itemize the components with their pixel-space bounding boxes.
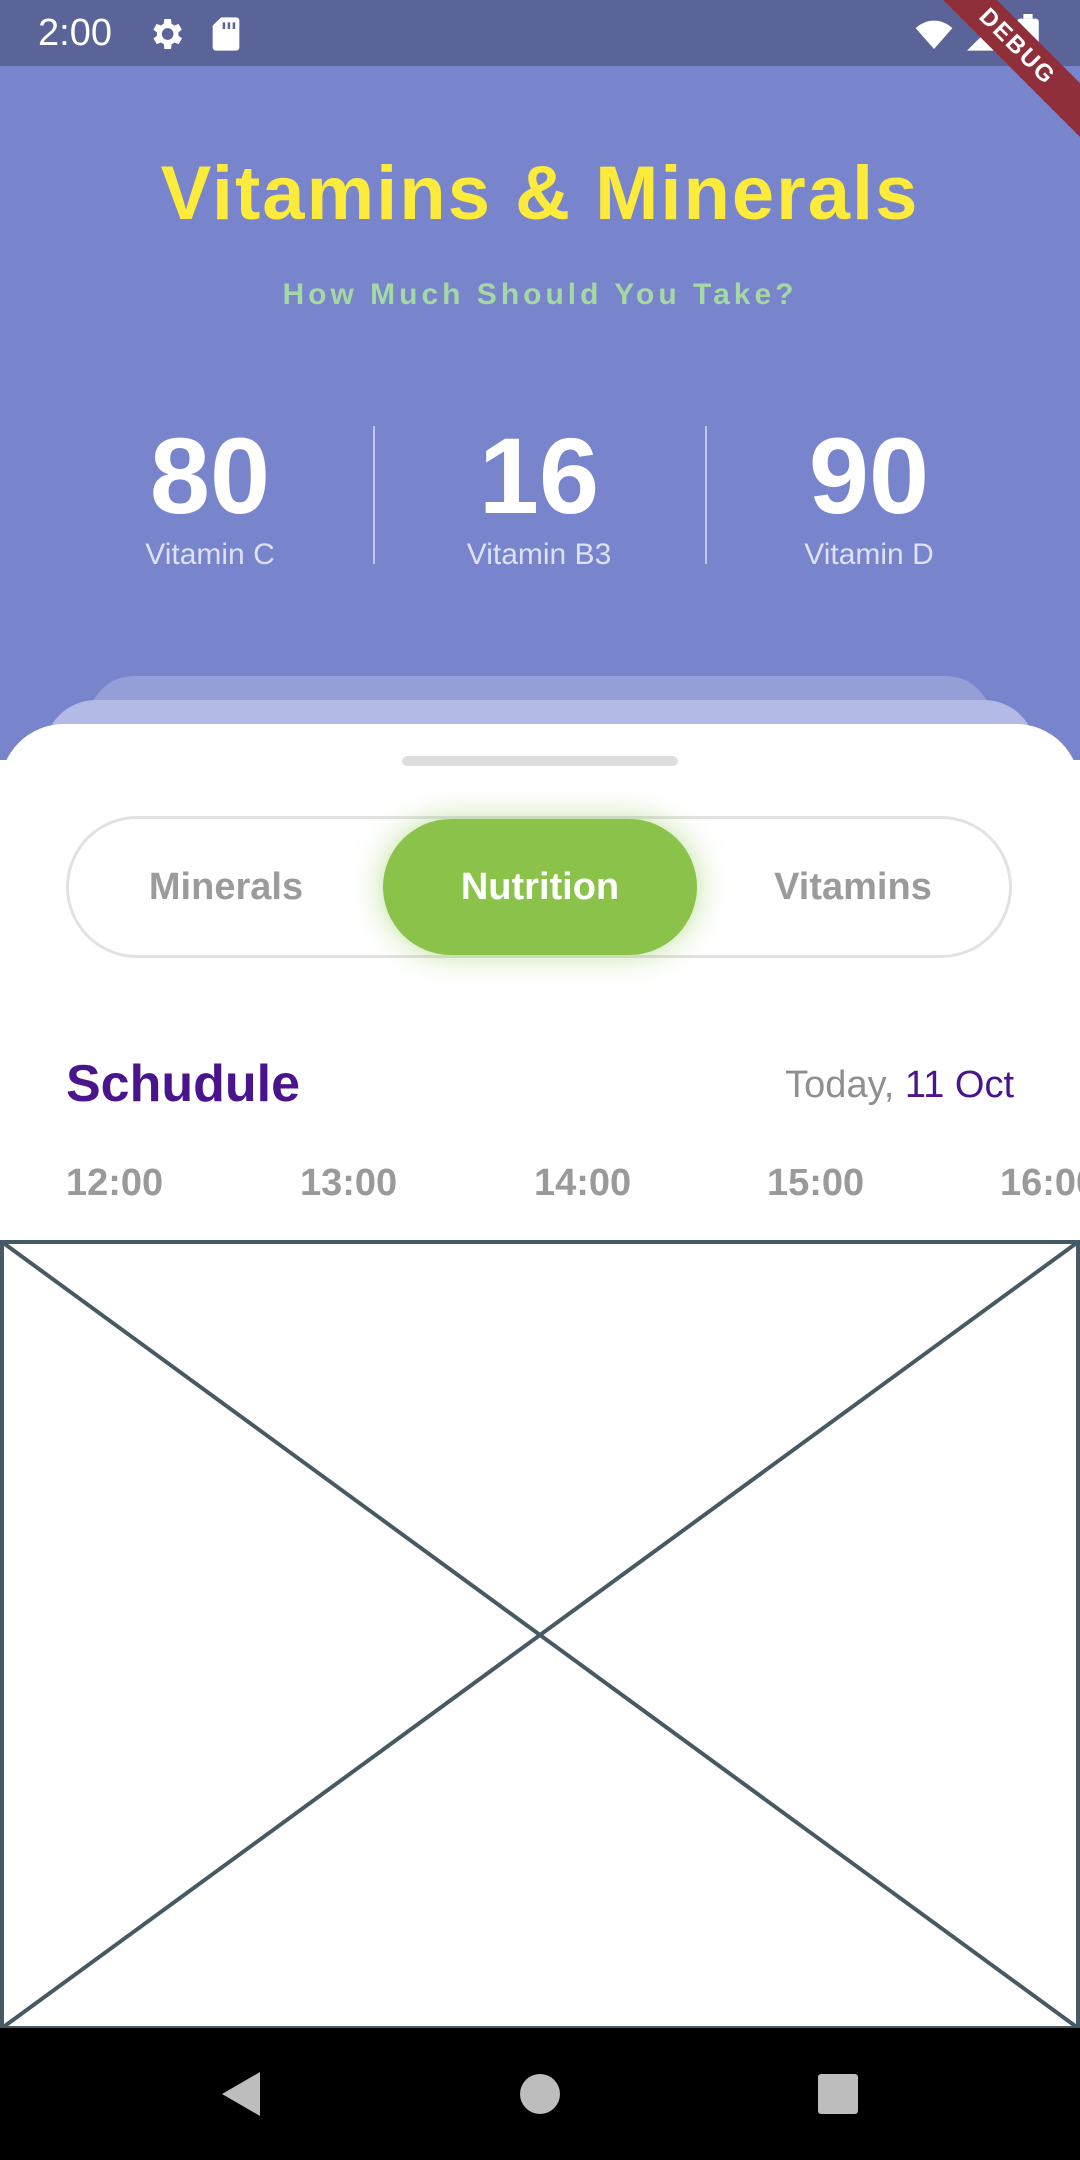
tab-minerals[interactable]: Minerals: [69, 819, 383, 955]
header: 2:00 DEBUG Vitamins & Minerals How Much …: [0, 0, 1080, 760]
drag-handle[interactable]: [402, 756, 678, 766]
stat-divider: [373, 426, 375, 564]
image-placeholder: [0, 1240, 1080, 2030]
wifi-icon: [912, 14, 956, 54]
time-slot[interactable]: 14:00: [534, 1162, 631, 1205]
back-icon[interactable]: [210, 2064, 270, 2124]
time-slot[interactable]: 16:00: [1000, 1162, 1080, 1205]
app-screen: 2:00 DEBUG Vitamins & Minerals How Much …: [0, 0, 1080, 2160]
stat-label: Vitamin C: [145, 538, 275, 571]
page-title: Vitamins & Minerals: [160, 151, 920, 236]
home-icon[interactable]: [510, 2064, 570, 2124]
stat-label: Vitamin B3: [466, 538, 612, 571]
tab-vitamins[interactable]: Vitamins: [696, 819, 1010, 955]
gear-icon: [146, 14, 186, 54]
stat-vitamin-d: 90 Vitamin D: [719, 416, 1019, 572]
tab-nutrition[interactable]: Nutrition: [383, 819, 697, 955]
stat-value: 80: [149, 415, 271, 536]
recents-icon[interactable]: [808, 2064, 868, 2124]
navigation-bar: [0, 2028, 1080, 2160]
status-bar: 2:00: [0, 0, 1080, 66]
status-time: 2:00: [38, 12, 112, 54]
schedule-title: Schudule: [66, 1055, 301, 1113]
stat-vitamin-b3: 16 Vitamin B3: [389, 416, 689, 572]
date-value: 11 Oct: [904, 1064, 1014, 1106]
schedule-date[interactable]: Today, 11 Oct: [785, 1064, 1014, 1107]
stat-divider: [705, 426, 707, 564]
stat-vitamin-c: 80 Vitamin C: [60, 416, 360, 572]
sd-card-icon: [206, 14, 246, 54]
date-prefix: Today,: [785, 1064, 895, 1106]
stat-label: Vitamin D: [804, 538, 934, 571]
time-slot[interactable]: 13:00: [300, 1162, 397, 1205]
time-slot[interactable]: 15:00: [767, 1162, 864, 1205]
bottom-sheet[interactable]: Minerals Nutrition Vitamins Schudule Tod…: [0, 724, 1080, 2030]
time-slot[interactable]: 12:00: [66, 1162, 163, 1205]
segmented-tabs: Minerals Nutrition Vitamins: [66, 816, 1012, 958]
stat-value: 90: [808, 415, 930, 536]
stat-value: 16: [478, 415, 600, 536]
page-subtitle: How Much Should You Take?: [282, 278, 798, 311]
